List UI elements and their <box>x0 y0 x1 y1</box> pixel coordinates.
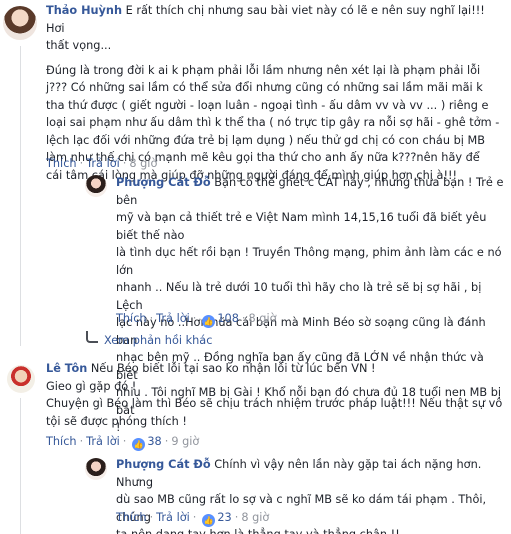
like-link[interactable]: Thích <box>116 312 147 325</box>
comment: Lê Tôn Nếu Béo biết lỗi tại sao ko nhận … <box>46 360 506 430</box>
comment-actions: Thích · Trả lời · 8 giờ <box>46 157 158 170</box>
comment-text-line: loại sai phạm như ấu dâm thì k thể tha (… <box>46 116 500 129</box>
comment-author[interactable]: Lê Tôn <box>46 362 87 375</box>
thumbs-up-icon: 👍 <box>202 315 216 328</box>
like-link[interactable]: Thích <box>46 157 77 170</box>
thread-line <box>20 398 21 534</box>
comment-text-line: lệch lạc đối với những đứa trẻ bị lạm dụ… <box>46 133 485 147</box>
reply-link[interactable]: Trả lời <box>86 435 120 448</box>
like-count[interactable]: 👍 108 <box>202 311 239 328</box>
comment-text-line: j??? Có những sai lầm có thể sửa đổi như… <box>46 81 483 94</box>
reply-link[interactable]: Trả lời <box>156 312 190 325</box>
comment-text-line: Nếu Béo biết lỗi tại sao ko nhận lỗi từ … <box>90 362 376 375</box>
thread-line <box>20 46 21 346</box>
like-link[interactable]: Thích <box>116 511 147 524</box>
view-more-replies[interactable]: Xem phản hồi khác <box>86 331 212 347</box>
avatar[interactable] <box>7 365 35 393</box>
comment-text-line: tha thứ được ( giết người - loạn luân - … <box>46 98 489 112</box>
comment-actions: Thích · Trả lời · 👍 23 · 8 giờ <box>116 510 270 527</box>
comment-time[interactable]: 8 giờ <box>241 511 269 524</box>
thumbs-up-icon: 👍 <box>202 514 216 527</box>
comment-actions: Thích · Trả lời · 👍 108 · 8 giờ <box>116 311 277 328</box>
reply-link[interactable]: Trả lời <box>156 511 190 524</box>
comment-text-line: ta nên dang tay hơn là thẳng tay và thẳn… <box>116 526 508 534</box>
reply-link[interactable]: Trả lời <box>86 157 120 170</box>
avatar[interactable] <box>85 175 107 197</box>
comment-text-line: tội sẽ được phóng thích ! <box>46 414 187 428</box>
reply-arrow-icon <box>86 331 98 343</box>
comment-text-line: Gieo gì gặp đó ! <box>46 379 137 393</box>
comment-text-line: thất vọng... <box>46 39 112 52</box>
comment-text-line: Đúng là trong đời k ai k phạm phải lỗi l… <box>46 63 481 77</box>
comment-text-line: nhanh .. Nếu là trẻ dưới 10 tuổi thì hãy… <box>116 281 482 312</box>
thumbs-up-icon: 👍 <box>132 438 146 451</box>
like-count[interactable]: 👍 38 <box>132 434 162 451</box>
comment-author[interactable]: Thảo Huỳnh <box>46 4 122 17</box>
comment-thread: Thảo Huỳnh E rất thích chị nhưng sau bài… <box>0 0 511 534</box>
comment-text-line: Chuyện gì Béo làm thì Béo sẽ chịu trách … <box>46 397 503 410</box>
avatar[interactable] <box>3 6 37 40</box>
comment-author[interactable]: Phượng Cát Đỗ <box>116 458 211 471</box>
comment-time[interactable]: 9 giờ <box>171 435 199 448</box>
avatar[interactable] <box>85 458 107 480</box>
like-link[interactable]: Thích <box>46 435 77 448</box>
like-count[interactable]: 👍 23 <box>202 510 232 527</box>
comment-time[interactable]: 8 giờ <box>129 157 157 170</box>
comment-text-line: là tình dục hết rồi bạn ! Truyền Thông m… <box>116 246 502 277</box>
comment-author[interactable]: Phượng Cát Đỗ <box>116 176 211 189</box>
comment-text-line: mỹ và bạn cả thiết trẻ e Việt Nam mình 1… <box>116 211 487 242</box>
comment-time[interactable]: 8 giờ <box>249 312 277 325</box>
comment-actions: Thích · Trả lời · 👍 38 · 9 giờ <box>46 434 200 451</box>
